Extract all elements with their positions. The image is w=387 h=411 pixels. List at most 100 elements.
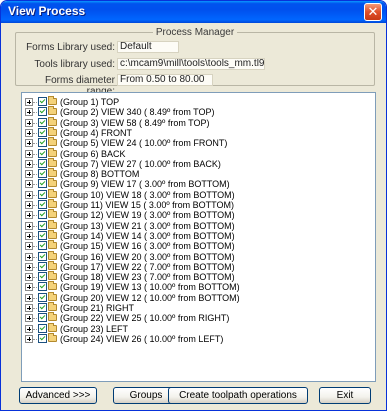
expand-plus-icon[interactable] xyxy=(25,108,33,117)
tree-item[interactable]: (Group 16) VIEW 20 ( 3.00º from BOTTOM) xyxy=(22,250,375,262)
expand-plus-icon[interactable] xyxy=(25,211,33,220)
tree-item-label: (Group 13) VIEW 21 ( 3.00º from BOTTOM) xyxy=(60,220,235,231)
expand-plus-icon[interactable] xyxy=(25,190,33,199)
tree-item[interactable]: (Group 10) VIEW 18 ( 3.00º from BOTTOM) xyxy=(22,188,375,200)
tree-connector xyxy=(33,328,37,330)
tree-item[interactable]: (Group 4) FRONT xyxy=(22,126,375,138)
checkbox-checked-icon[interactable] xyxy=(38,220,47,230)
expand-plus-icon[interactable] xyxy=(25,118,33,127)
tree-item[interactable]: (Group 1) TOP xyxy=(22,96,375,107)
folder-icon xyxy=(48,291,57,301)
checkbox-checked-icon[interactable] xyxy=(38,282,47,292)
checkbox-checked-icon[interactable] xyxy=(38,200,47,209)
advanced-button[interactable]: Advanced >>> xyxy=(19,387,97,404)
checkbox-checked-icon[interactable] xyxy=(38,127,47,137)
expand-plus-icon[interactable] xyxy=(25,231,33,240)
tree-item[interactable]: (Group 17) VIEW 22 ( 7.00º from BOTTOM) xyxy=(22,260,375,272)
tree-item[interactable]: (Group 24) VIEW 26 ( 10.00º from LEFT) xyxy=(22,332,375,344)
tree-connector xyxy=(33,194,37,196)
expand-plus-icon[interactable] xyxy=(25,252,33,261)
tree-connector xyxy=(33,308,37,309)
tree-item-label: (Group 2) VIEW 340 ( 8.49º from TOP) xyxy=(60,107,215,118)
expand-plus-icon[interactable] xyxy=(25,201,33,209)
tools-library-value: c:\mcam9\mill\tools\tools_mm.tl9 xyxy=(117,58,265,70)
expand-plus-icon[interactable] xyxy=(25,170,33,179)
folder-icon xyxy=(48,250,57,260)
create-toolpath-operations-button[interactable]: Create toolpath operations xyxy=(168,387,308,404)
expand-plus-icon[interactable] xyxy=(25,180,33,189)
tree-item[interactable]: (Group 12) VIEW 19 ( 3.00º from BOTTOM) xyxy=(22,209,375,221)
tree-item[interactable]: (Group 2) VIEW 340 ( 8.49º from TOP) xyxy=(22,106,375,118)
checkbox-checked-icon[interactable] xyxy=(38,241,47,251)
checkbox-checked-icon[interactable] xyxy=(38,313,47,323)
tree-item-label: (Group 24) VIEW 26 ( 10.00º from LEFT) xyxy=(60,333,224,344)
checkbox-checked-icon[interactable] xyxy=(38,292,47,302)
expand-plus-icon[interactable] xyxy=(25,221,33,230)
checkbox-checked-icon[interactable] xyxy=(38,251,47,261)
expand-plus-icon[interactable] xyxy=(25,324,33,333)
tree-item[interactable]: (Group 8) BOTTOM xyxy=(22,168,375,179)
expand-plus-icon[interactable] xyxy=(25,139,33,148)
checkbox-checked-icon[interactable] xyxy=(38,303,47,312)
tree-connector xyxy=(33,338,37,340)
tree-item[interactable]: (Group 21) RIGHT xyxy=(22,302,375,313)
expand-plus-icon[interactable] xyxy=(25,149,33,158)
checkbox-checked-icon[interactable] xyxy=(38,158,47,168)
group-tree-view[interactable]: (Group 1) TOP (Group 2) VIEW 340 ( 8.49º … xyxy=(21,92,376,382)
tree-item[interactable]: (Group 23) LEFT xyxy=(22,322,375,334)
exit-button[interactable]: Exit xyxy=(319,387,371,404)
checkbox-checked-icon[interactable] xyxy=(38,230,47,240)
folder-icon xyxy=(48,312,57,322)
process-manager-group: Process Manager Forms Library used: Defa… xyxy=(15,27,375,97)
close-icon[interactable]: ✕ xyxy=(364,3,382,21)
tree-connector xyxy=(33,112,37,114)
tree-item-label: (Group 15) VIEW 16 ( 3.00º from BOTTOM) xyxy=(60,241,235,252)
tree-item[interactable]: (Group 5) VIEW 24 ( 10.00º from FRONT) xyxy=(22,137,375,148)
tree-item[interactable]: (Group 9) VIEW 17 ( 3.00º from BOTTOM) xyxy=(22,178,375,190)
folder-icon xyxy=(48,116,57,126)
expand-plus-icon[interactable] xyxy=(25,242,33,251)
checkbox-checked-icon[interactable] xyxy=(38,97,47,106)
tree-item-label: (Group 22) VIEW 25 ( 10.00º from RIGHT) xyxy=(60,313,230,324)
tree-item[interactable]: (Group 20) VIEW 12 ( 10.00º from BOTTOM) xyxy=(22,291,375,303)
tree-item[interactable]: (Group 14) VIEW 14 ( 3.00º from BOTTOM) xyxy=(22,229,375,241)
folder-icon xyxy=(48,229,57,239)
tree-item[interactable]: (Group 11) VIEW 15 ( 3.00º from BOTTOM) xyxy=(22,199,375,210)
checkbox-checked-icon[interactable] xyxy=(38,117,47,127)
folder-icon xyxy=(48,240,57,250)
expand-plus-icon[interactable] xyxy=(25,128,33,137)
tree-item-label: (Group 9) VIEW 17 ( 3.00º from BOTTOM) xyxy=(60,179,230,190)
expand-plus-icon[interactable] xyxy=(25,334,33,343)
expand-plus-icon[interactable] xyxy=(25,314,33,323)
checkbox-checked-icon[interactable] xyxy=(38,107,47,117)
expand-plus-icon[interactable] xyxy=(25,304,33,312)
tree-item[interactable]: (Group 13) VIEW 21 ( 3.00º from BOTTOM) xyxy=(22,219,375,231)
tree-item[interactable]: (Group 7) VIEW 27 ( 10.00º from BACK) xyxy=(22,157,375,169)
checkbox-checked-icon[interactable] xyxy=(38,148,47,158)
checkbox-checked-icon[interactable] xyxy=(38,189,47,199)
checkbox-checked-icon[interactable] xyxy=(38,333,47,343)
tree-item-label: (Group 12) VIEW 19 ( 3.00º from BOTTOM) xyxy=(60,210,235,221)
folder-icon xyxy=(48,332,57,342)
expand-plus-icon[interactable] xyxy=(25,98,33,106)
tree-item[interactable]: (Group 22) VIEW 25 ( 10.00º from RIGHT) xyxy=(22,312,375,324)
checkbox-checked-icon[interactable] xyxy=(38,272,47,282)
checkbox-checked-icon[interactable] xyxy=(38,179,47,189)
expand-plus-icon[interactable] xyxy=(25,262,33,271)
expand-plus-icon[interactable] xyxy=(25,273,33,282)
tree-item[interactable]: (Group 6) BACK xyxy=(22,147,375,159)
checkbox-checked-icon[interactable] xyxy=(38,138,47,148)
tree-item[interactable]: (Group 3) VIEW 58 ( 8.49º from TOP) xyxy=(22,116,375,128)
checkbox-checked-icon[interactable] xyxy=(38,323,47,333)
checkbox-checked-icon[interactable] xyxy=(38,210,47,220)
expand-plus-icon[interactable] xyxy=(25,283,33,292)
expand-plus-icon[interactable] xyxy=(25,293,33,302)
tree-item[interactable]: (Group 18) VIEW 23 ( 7.00º from BOTTOM) xyxy=(22,271,375,282)
expand-plus-icon[interactable] xyxy=(25,159,33,168)
title-bar[interactable]: View Process ✕ xyxy=(1,1,386,23)
checkbox-checked-icon[interactable] xyxy=(38,261,47,271)
folder-icon xyxy=(48,271,57,281)
tree-item[interactable]: (Group 15) VIEW 16 ( 3.00º from BOTTOM) xyxy=(22,240,375,252)
tree-item[interactable]: (Group 19) VIEW 13 ( 10.00º from BOTTOM) xyxy=(22,281,375,292)
checkbox-checked-icon[interactable] xyxy=(38,169,47,179)
